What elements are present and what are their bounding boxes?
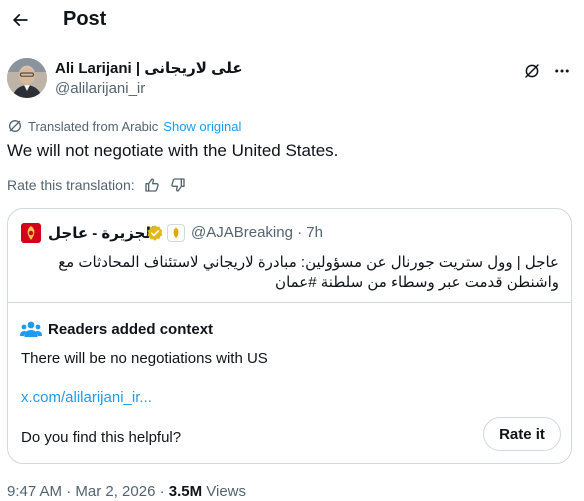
community-note-body: There will be no negotiations with US bbox=[21, 350, 268, 367]
author-name[interactable]: Ali Larijani | علی لاریجانی bbox=[55, 59, 243, 77]
quote-header: الجزيرة - عاجل @AJABreaking · 7h bbox=[20, 223, 550, 245]
translation-notice: Translated from Arabic Show original bbox=[7, 117, 241, 135]
quote-text: عاجل | وول ستريت جورنال عن مسؤولين: مباد… bbox=[58, 254, 559, 291]
translated-label: Translated from Arabic bbox=[28, 118, 159, 134]
quote-handle-time: @AJABreaking · 7h bbox=[191, 224, 323, 241]
al-jazeera-logo-icon[interactable] bbox=[21, 223, 41, 243]
author-handle[interactable]: @alilarijani_ir bbox=[55, 80, 145, 97]
helpful-question: Do you find this helpful? bbox=[21, 429, 182, 446]
page-title: Post bbox=[63, 8, 107, 30]
community-note-link[interactable]: x.com/alilarijani_ir... bbox=[21, 389, 152, 406]
grok-icon[interactable] bbox=[521, 60, 543, 82]
community-note-title: Readers added context bbox=[48, 320, 214, 338]
translate-icon bbox=[7, 118, 23, 134]
views-count: 3.5M bbox=[168, 483, 203, 500]
verified-gold-icon bbox=[146, 224, 164, 242]
views-label: Views bbox=[202, 483, 247, 500]
community-note-header: Readers added context bbox=[20, 319, 213, 339]
post-author: Ali Larijani | علی لاریجانی @alilarijani… bbox=[7, 58, 577, 102]
quoted-post[interactable]: الجزيرة - عاجل @AJABreaking · 7h عاجل | … bbox=[7, 208, 572, 464]
avatar[interactable] bbox=[7, 58, 47, 98]
post-header: Post bbox=[0, 0, 584, 40]
show-original-link[interactable]: Show original bbox=[163, 119, 241, 134]
post-text: We will not negotiate with the United St… bbox=[7, 141, 339, 160]
community-note: Readers added context There will be no n… bbox=[8, 302, 571, 463]
quote-author-name[interactable]: الجزيرة - عاجل bbox=[48, 224, 156, 242]
rate-translation: Rate this translation: bbox=[7, 176, 187, 194]
more-options-icon[interactable] bbox=[551, 60, 573, 82]
thumbs-down-icon[interactable] bbox=[169, 176, 187, 194]
rate-it-button[interactable]: Rate it bbox=[483, 417, 561, 451]
post-timestamp[interactable]: 9:47 AM · Mar 2, 2026 · bbox=[7, 483, 169, 500]
rate-translation-label: Rate this translation: bbox=[7, 177, 135, 193]
post-meta: 9:47 AM · Mar 2, 2026 · 3.5M Views bbox=[7, 483, 246, 500]
people-icon bbox=[20, 320, 42, 338]
affiliate-badge-icon bbox=[167, 224, 185, 242]
back-arrow-icon[interactable] bbox=[8, 6, 32, 34]
thumbs-up-icon[interactable] bbox=[143, 176, 161, 194]
